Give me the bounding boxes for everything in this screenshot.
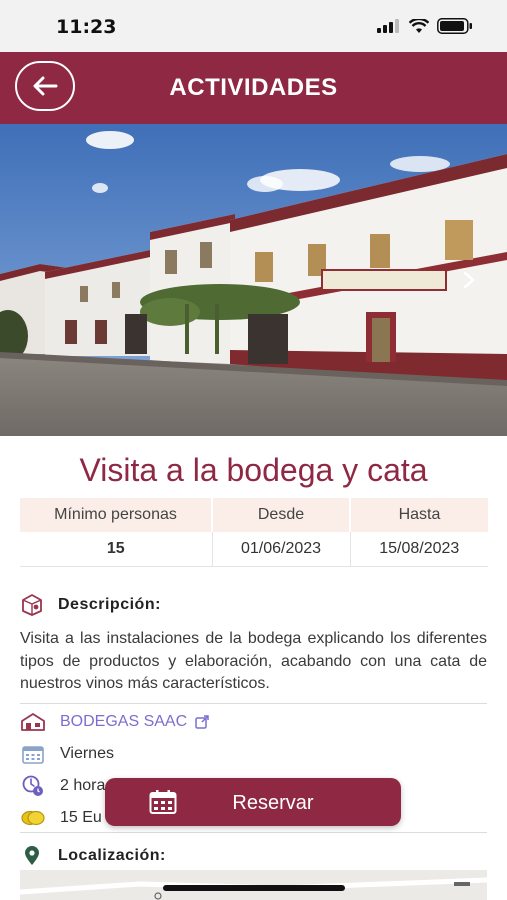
table-row: 15 01/06/2023 15/08/2023: [20, 532, 488, 567]
price-value: 15 Eu: [60, 809, 102, 826]
activity-photo: [0, 124, 507, 436]
column-header-to: Hasta: [350, 498, 488, 532]
table-header-row: Mínimo personas Desde Hasta: [20, 498, 488, 532]
reserve-button[interactable]: Reservar: [105, 778, 401, 826]
location-heading: Localización:: [20, 846, 166, 866]
duration-value: 2 hora: [60, 777, 106, 794]
column-header-min-people: Mínimo personas: [20, 498, 213, 532]
winery-building-icon: [20, 711, 46, 733]
calendar-icon: [20, 743, 46, 765]
column-header-from: Desde: [212, 498, 351, 532]
carousel-next-button[interactable]: [457, 268, 481, 292]
from-date-value: 01/06/2023: [212, 532, 351, 567]
reserve-button-label: Reservar: [232, 792, 314, 814]
wifi-icon: [409, 18, 429, 33]
map-zoom-icon[interactable]: [454, 882, 470, 886]
clock-icon: [20, 775, 46, 797]
status-time: 11:23: [56, 16, 117, 38]
to-date-value: 15/08/2023: [350, 532, 488, 567]
min-people-value: 15: [20, 532, 213, 567]
activity-title: Visita a la bodega y cata: [79, 452, 428, 488]
day-value: Viernes: [60, 745, 114, 762]
battery-icon: [437, 18, 472, 34]
chevron-right-icon: [463, 271, 475, 289]
map-pin-icon: [25, 846, 39, 865]
signal-icon: [377, 19, 399, 33]
activity-info-table: Mínimo personas Desde Hasta 15 01/06/202…: [20, 498, 488, 567]
winery-link[interactable]: BODEGAS SAAC: [60, 713, 209, 731]
app-header: ACTIVIDADES: [0, 52, 507, 124]
day-row: Viernes: [20, 743, 114, 765]
winery-name: BODEGAS SAAC: [60, 713, 188, 730]
status-icons: [377, 18, 473, 34]
price-row: 15 Eu: [20, 807, 102, 829]
page-title: ACTIVIDADES: [169, 74, 338, 101]
home-indicator[interactable]: [163, 885, 345, 891]
coins-icon: [20, 807, 46, 829]
description-text: Visita a las instalaciones de la bodega …: [20, 630, 487, 692]
status-bar: 11:23: [0, 0, 507, 52]
divider: [20, 703, 487, 704]
wine-box-icon: [22, 594, 42, 616]
winery-row: BODEGAS SAAC: [20, 711, 209, 733]
description-heading-label: Descripción:: [58, 596, 161, 613]
description-heading: Descripción:: [20, 594, 161, 616]
divider: [20, 832, 487, 833]
external-link-icon: [195, 715, 209, 729]
duration-row: 2 hora: [20, 775, 105, 797]
location-heading-label: Localización:: [58, 847, 166, 864]
